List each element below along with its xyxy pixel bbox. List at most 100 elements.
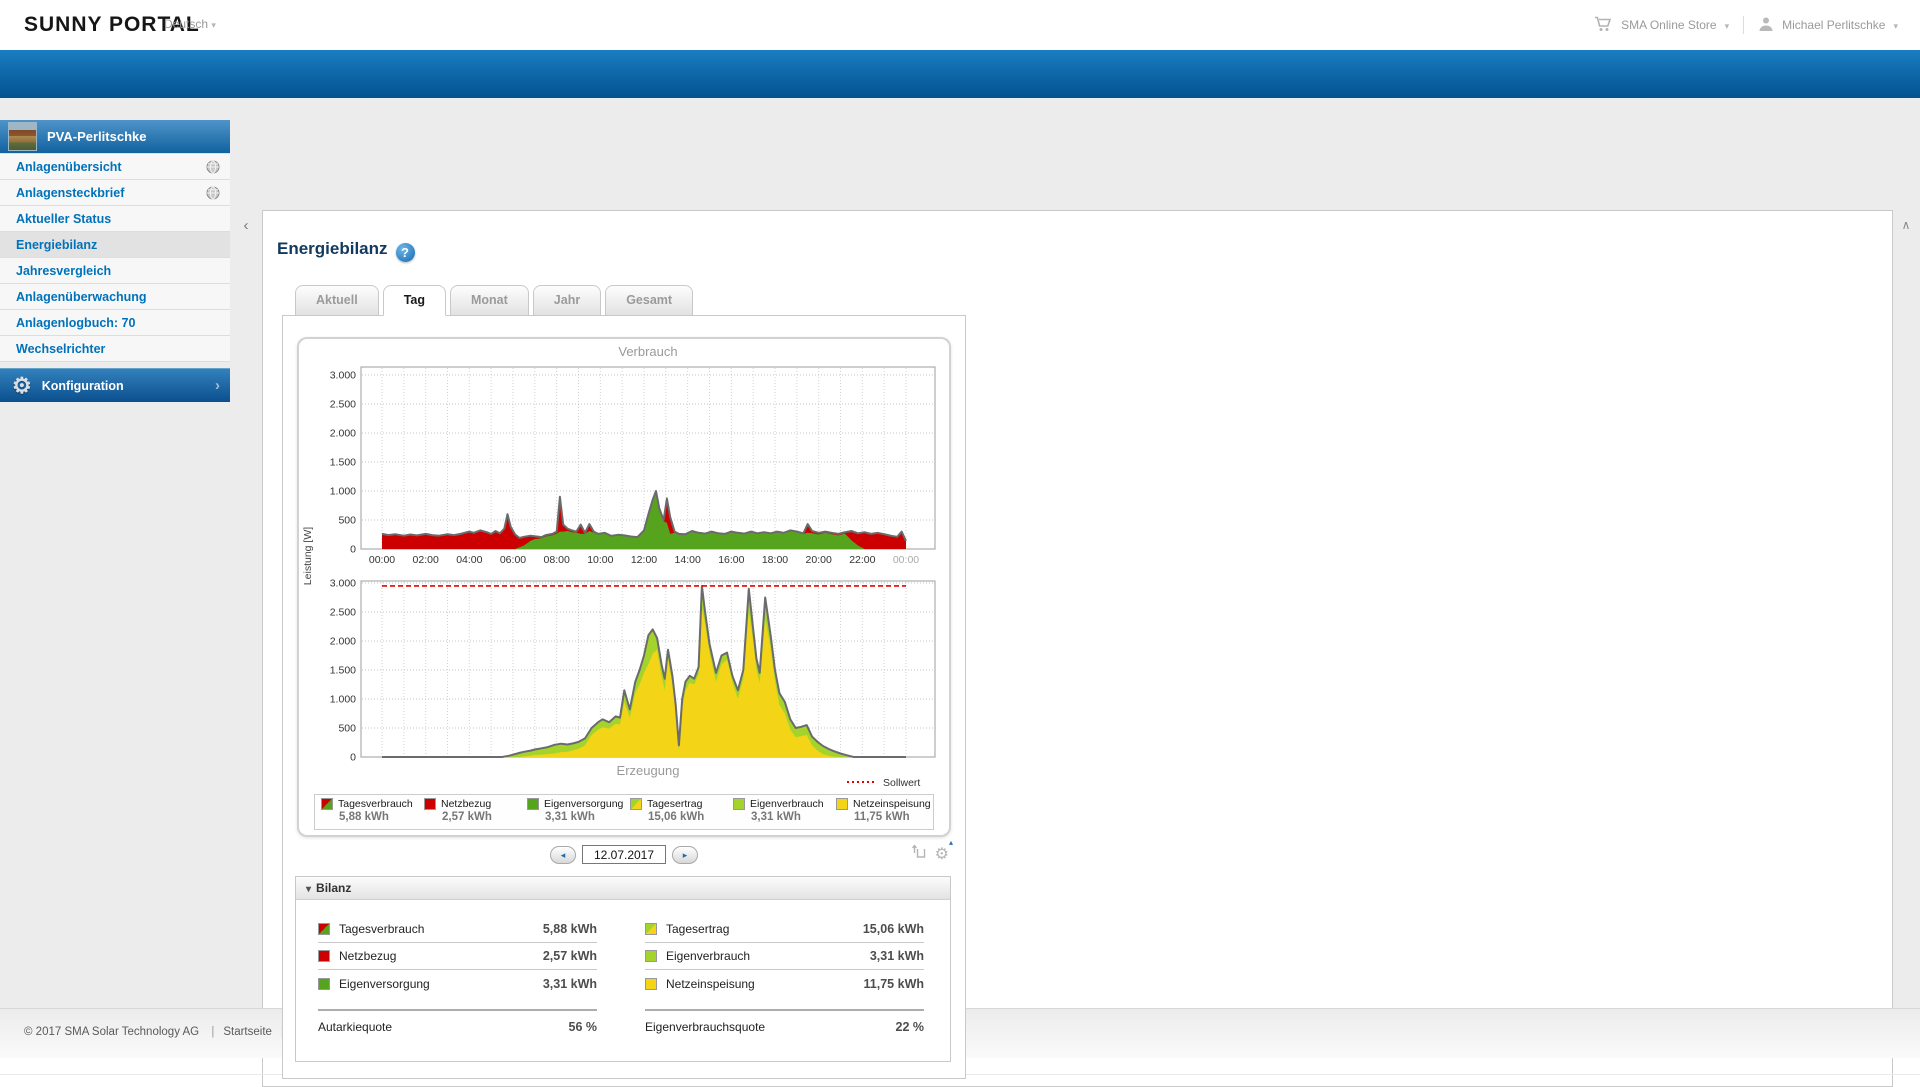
sidebar-plant-header[interactable]: PVA-Perlitschke (0, 120, 230, 153)
x-tick-label: 00:00 (893, 554, 919, 566)
legend-item-value: 11,75 kWh (854, 811, 933, 823)
chevron-down-icon (211, 17, 216, 31)
y-tick-label: 3.000 (330, 370, 356, 382)
sidebar-item-jahresvergleich[interactable]: Jahresvergleich (0, 258, 230, 284)
x-tick-label: 04:00 (456, 554, 482, 566)
sidebar-item-anlagenübersicht[interactable]: Anlagenübersicht (0, 154, 230, 180)
x-tick-label: 12:00 (631, 554, 657, 566)
legend-item-label: Eigenverbrauch (750, 798, 824, 810)
legend-item-value: 5,88 kWh (339, 811, 418, 823)
y-tick-label: 2.500 (330, 399, 356, 411)
legend-item-top: Tagesertrag (630, 798, 727, 810)
copyright: © 2017 SMA Solar Technology AG (24, 1026, 199, 1038)
legend-swatch-red-green (321, 798, 333, 810)
y-tick-label: 1.000 (330, 486, 356, 498)
legend-item-netzeinspeisung: Netzeinspeisung11,75 kWh (830, 795, 933, 829)
legend-item-label: Eigenversorgung (544, 798, 623, 810)
legend-item-eigenverbrauch: Eigenverbrauch3,31 kWh (727, 795, 830, 829)
sidebar-item-anlagenüberwachung[interactable]: Anlagenüberwachung (0, 284, 230, 310)
sidebar-item-konfiguration[interactable]: Konfiguration (0, 368, 230, 402)
legend-swatch-lightgreen-yellow (630, 798, 642, 810)
footer-link-startseite[interactable]: Startseite (223, 1026, 272, 1038)
export-icon[interactable] (911, 843, 927, 864)
bilanz-row-value: 2,57 kWh (543, 949, 597, 963)
sidebar-item-aktueller-status[interactable]: Aktueller Status (0, 206, 230, 232)
tab-tag[interactable]: Tag (383, 285, 446, 316)
bilanz-row-tagesertrag: Tagesertrag15,06 kWh (645, 916, 924, 943)
divider (1743, 16, 1744, 34)
plant-thumbnail (8, 122, 37, 151)
legend-item-label: Netzbezug (441, 798, 491, 810)
legend-item-top: Eigenversorgung (527, 798, 624, 810)
legend-swatch-lightgreen (645, 950, 657, 962)
tab-gesamt[interactable]: Gesamt (605, 285, 693, 316)
legend-swatch-lightgreen (733, 798, 745, 810)
bilanz-right-rows: Tagesertrag15,06 kWhEigenverbrauch3,31 k… (645, 916, 924, 997)
sidebar-item-anlagenlogbuch-70[interactable]: Anlagenlogbuch: 70 (0, 310, 230, 336)
legend-item-label: Tagesverbrauch (338, 798, 413, 810)
x-tick-label: 14:00 (675, 554, 701, 566)
x-tick-label: 00:00 (369, 554, 395, 566)
sidebar-collapse-button[interactable] (238, 215, 254, 237)
y-tick-label: 0 (350, 752, 356, 764)
bilanz-title: Bilanz (316, 881, 351, 895)
next-day-button[interactable] (672, 846, 698, 864)
user-icon (1758, 16, 1774, 35)
autarkiequote-value: 56 % (569, 1020, 598, 1034)
bilanz-header[interactable]: Bilanz (296, 877, 950, 900)
legend-item-value: 3,31 kWh (545, 811, 624, 823)
tab-aktuell[interactable]: Aktuell (295, 285, 379, 316)
language-label: Deutsch (164, 17, 208, 31)
globe-icon (206, 160, 220, 174)
bilanz-row-netzbezug: Netzbezug2,57 kWh (318, 943, 597, 970)
sidebar-item-label: Anlagenübersicht (16, 160, 122, 174)
bilanz-row-eigenverbrauch: Eigenverbrauch3,31 kWh (645, 943, 924, 970)
previous-day-button[interactable] (550, 846, 576, 864)
bilanz-panel: Bilanz Tagesverbrauch 5,88 kWh Netzbezug2,… (295, 876, 951, 1062)
plant-name: PVA-Perlitschke (47, 129, 146, 144)
sidebar-item-anlagensteckbrief[interactable]: Anlagensteckbrief (0, 180, 230, 206)
sidebar-menu: Anlagenübersicht AnlagensteckbriefAktuell… (0, 153, 230, 362)
config-label: Konfiguration (42, 379, 124, 393)
bilanz-row-value: 5,88 kWh (543, 922, 597, 936)
legend-swatch-yellow (836, 798, 848, 810)
language-selector[interactable]: Deutsch (164, 17, 216, 31)
page-title-text: Energiebilanz (277, 239, 388, 258)
store-menu[interactable]: SMA Online Store (1621, 18, 1716, 32)
legend-swatch-red (318, 950, 330, 962)
help-icon[interactable] (396, 243, 415, 262)
x-tick-label: 02:00 (413, 554, 439, 566)
page-title: Energiebilanz (277, 239, 415, 262)
tab-jahr[interactable]: Jahr (533, 285, 601, 316)
scroll-top-button[interactable] (1897, 216, 1915, 234)
legend-swatch-lightgreen-yellow (645, 923, 657, 935)
content-panel: Energiebilanz AktuellTagMonatJahrGesamt … (262, 210, 1893, 1087)
y-tick-label: 500 (338, 515, 356, 527)
blue-banner (0, 50, 1920, 98)
sidebar-item-energiebilanz[interactable]: Energiebilanz (0, 232, 230, 258)
bilanz-row-label: Eigenverbrauch (666, 949, 750, 963)
legend-swatch-green (527, 798, 539, 810)
sidebar-item-label: Jahresvergleich (16, 264, 111, 278)
gear-icon (935, 846, 949, 863)
chart-legend: Tagesverbrauch5,88 kWhNetzbezug2,57 kWh E… (314, 794, 934, 830)
cart-icon (1594, 16, 1613, 35)
sidebar-item-wechselrichter[interactable]: Wechselrichter (0, 336, 230, 362)
legend-item-top: Eigenverbrauch (733, 798, 830, 810)
sidebar-item-label: Wechselrichter (16, 342, 105, 356)
user-menu[interactable]: Michael Perlitschke (1782, 18, 1885, 32)
sollwert-legend-label: Sollwert (883, 777, 920, 789)
workspace-background: PVA-Perlitschke Anlagenübersicht Anlagens… (0, 98, 1920, 1008)
date-input[interactable] (582, 845, 666, 864)
x-tick-label: 16:00 (718, 554, 744, 566)
y-tick-label: 2.000 (330, 636, 356, 648)
tab-monat[interactable]: Monat (450, 285, 529, 316)
legend-item-netzbezug: Netzbezug2,57 kWh (418, 795, 521, 829)
x-tick-label: 22:00 (849, 554, 875, 566)
legend-item-label: Netzeinspeisung (853, 798, 931, 810)
chart-settings-icon[interactable] (935, 844, 949, 864)
bilanz-row-label: Tagesverbrauch (339, 922, 424, 936)
bilanz-row-value: 15,06 kWh (863, 922, 924, 936)
y-tick-label: 2.000 (330, 428, 356, 440)
x-tick-label: 06:00 (500, 554, 526, 566)
